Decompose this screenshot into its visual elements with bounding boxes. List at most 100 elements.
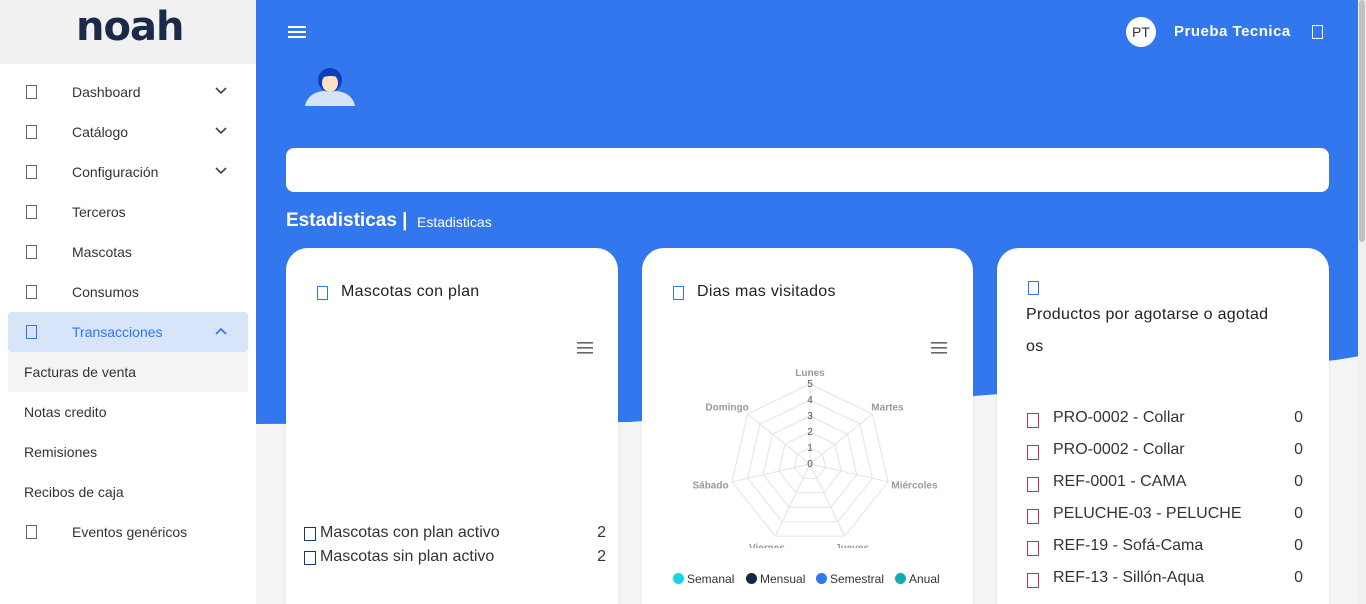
- radar-scale-label: 3: [807, 411, 813, 422]
- sidebar-subitem-notas-credito[interactable]: Notas credito: [8, 392, 248, 432]
- chart-icon: [673, 286, 684, 300]
- radar-category-label: Martes: [871, 403, 904, 414]
- people-icon: [26, 205, 37, 219]
- legend-value: 2: [597, 524, 606, 541]
- chevron-down-icon: [215, 87, 227, 95]
- box-icon: [1028, 281, 1039, 295]
- sidebar-item-label: Terceros: [72, 204, 126, 220]
- transactions-icon: [26, 325, 37, 339]
- sidebar-subitem-label: Facturas de venta: [24, 364, 137, 380]
- warning-icon: [1027, 445, 1039, 460]
- radar-category-label: Viernes: [749, 543, 785, 548]
- sidebar-item-transacciones[interactable]: Transacciones: [8, 312, 248, 352]
- sidebar-item-catalogo[interactable]: Catálogo: [8, 112, 248, 152]
- card-productos-agotarse: Productos por agotarse o agotad os PRO-0…: [997, 248, 1329, 604]
- legend-item[interactable]: Mascotas con plan activo 2: [304, 524, 606, 544]
- avatar: PT: [1126, 17, 1156, 47]
- user-dropdown-icon: [1312, 25, 1323, 39]
- logo-area: noah: [0, 0, 256, 64]
- product-stock: 0: [1294, 537, 1303, 554]
- page-scrollbar[interactable]: [1358, 0, 1366, 604]
- radar-category-label: Jueves: [835, 543, 869, 548]
- legend-item[interactable]: Mascotas sin plan activo 2: [304, 548, 606, 568]
- card-title-continued: os: [1026, 338, 1044, 355]
- sidebar-subitem-recibos-caja[interactable]: Recibos de caja: [8, 472, 248, 512]
- main-content: PT Prueba Tecnica Estadisticas | Estadis…: [256, 0, 1360, 604]
- settings-icon: [26, 165, 37, 179]
- legend-value: 2: [597, 548, 606, 565]
- sidebar-item-label: Consumos: [72, 284, 139, 300]
- sidebar-subitem-label: Recibos de caja: [24, 484, 124, 500]
- product-item[interactable]: PRO-0002 - Collar 0: [1027, 409, 1303, 431]
- radar-scale-label: 2: [807, 427, 813, 438]
- sidebar: noah Dashboard Catálogo Configuración Te…: [0, 0, 256, 604]
- sidebar-item-label: Mascotas: [72, 244, 132, 260]
- legend-label: Mensual: [760, 572, 806, 586]
- radar-category-label: Domingo: [705, 403, 748, 414]
- product-item[interactable]: REF-0001 - CAMA 0: [1027, 473, 1303, 495]
- filter-bar: [286, 148, 1329, 192]
- warning-icon: [1027, 509, 1039, 524]
- product-item[interactable]: PELUCHE-03 - PELUCHE 0: [1027, 505, 1303, 527]
- product-label: PRO-0002 - Collar: [1053, 409, 1185, 426]
- legend-marker-icon: [304, 551, 316, 565]
- product-stock: 0: [1294, 505, 1303, 522]
- sidebar-subitem-facturas-venta[interactable]: Facturas de venta: [8, 352, 248, 392]
- app-logo[interactable]: noah: [76, 4, 184, 50]
- legend-dot-icon: [816, 573, 827, 584]
- chevron-up-icon: [215, 327, 227, 335]
- legend-dot-icon: [673, 573, 684, 584]
- events-icon: [26, 525, 37, 539]
- product-stock: 0: [1294, 409, 1303, 426]
- scrollbar-thumb[interactable]: [1359, 0, 1365, 242]
- product-stock: 0: [1294, 473, 1303, 490]
- user-name: Prueba Tecnica: [1174, 23, 1291, 40]
- product-item[interactable]: REF-19 - Sofá-Cama 0: [1027, 537, 1303, 559]
- dashboard-icon: [26, 85, 37, 99]
- warning-icon: [1027, 413, 1039, 428]
- product-item[interactable]: PRO-0002 - Collar 0: [1027, 441, 1303, 463]
- radar-scale-label: 4: [807, 395, 813, 406]
- card-title: Productos por agotarse o agotad: [1026, 306, 1269, 323]
- card-title: Dias mas visitados: [697, 283, 836, 300]
- sidebar-item-mascotas[interactable]: Mascotas: [8, 232, 248, 272]
- sidebar-item-configuracion[interactable]: Configuración: [8, 152, 248, 192]
- radar-scale-label: 0: [807, 459, 813, 470]
- radar-axis-line: [774, 463, 811, 537]
- product-label: REF-19 - Sofá-Cama: [1053, 537, 1204, 554]
- product-item[interactable]: REF-13 - Sillón-Aqua 0: [1027, 569, 1303, 591]
- sidebar-item-label: Transacciones: [72, 324, 163, 340]
- radar-chart: 0 1 2 3 4 5Lunes Martes Miércoles Jueves Viernes S…: [692, 368, 937, 548]
- sidebar-item-label: Dashboard: [72, 84, 141, 100]
- legend-label: Mascotas sin plan activo: [320, 548, 495, 565]
- sidebar-item-consumos[interactable]: Consumos: [8, 272, 248, 312]
- warning-icon: [1027, 477, 1039, 492]
- product-stock: 0: [1294, 569, 1303, 586]
- sidebar-item-dashboard[interactable]: Dashboard: [8, 72, 248, 112]
- radar-category-label: Lunes: [795, 368, 825, 379]
- legend-marker-icon: [304, 527, 316, 541]
- consumption-icon: [26, 285, 37, 299]
- legend-label: Anual: [909, 572, 940, 586]
- card-title: Mascotas con plan: [341, 283, 480, 300]
- sidebar-item-label: Configuración: [72, 164, 159, 180]
- menu-toggle-icon[interactable]: [288, 26, 306, 38]
- product-label: REF-13 - Sillón-Aqua: [1053, 569, 1205, 586]
- radar-category-label: Sábado: [692, 481, 728, 492]
- pet-icon: [26, 245, 37, 259]
- sidebar-item-terceros[interactable]: Terceros: [8, 192, 248, 232]
- radar-axis-line: [809, 463, 846, 537]
- sidebar-item-eventos-genericos[interactable]: Eventos genéricos: [8, 512, 248, 552]
- sidebar-subitem-label: Remisiones: [24, 444, 98, 460]
- catalog-icon: [26, 125, 37, 139]
- legend-dot-icon: [746, 573, 757, 584]
- chart-menu-icon[interactable]: [577, 342, 593, 354]
- sidebar-subitem-remisiones[interactable]: Remisiones: [8, 432, 248, 472]
- warning-icon: [1027, 573, 1039, 588]
- chevron-down-icon: [215, 167, 227, 175]
- legend-label: Semanal: [687, 572, 735, 586]
- sidebar-item-label: Catálogo: [72, 124, 129, 140]
- sidebar-subitem-label: Notas credito: [24, 404, 107, 420]
- radar-scale-label: 1: [807, 443, 813, 454]
- chart-icon: [317, 286, 328, 300]
